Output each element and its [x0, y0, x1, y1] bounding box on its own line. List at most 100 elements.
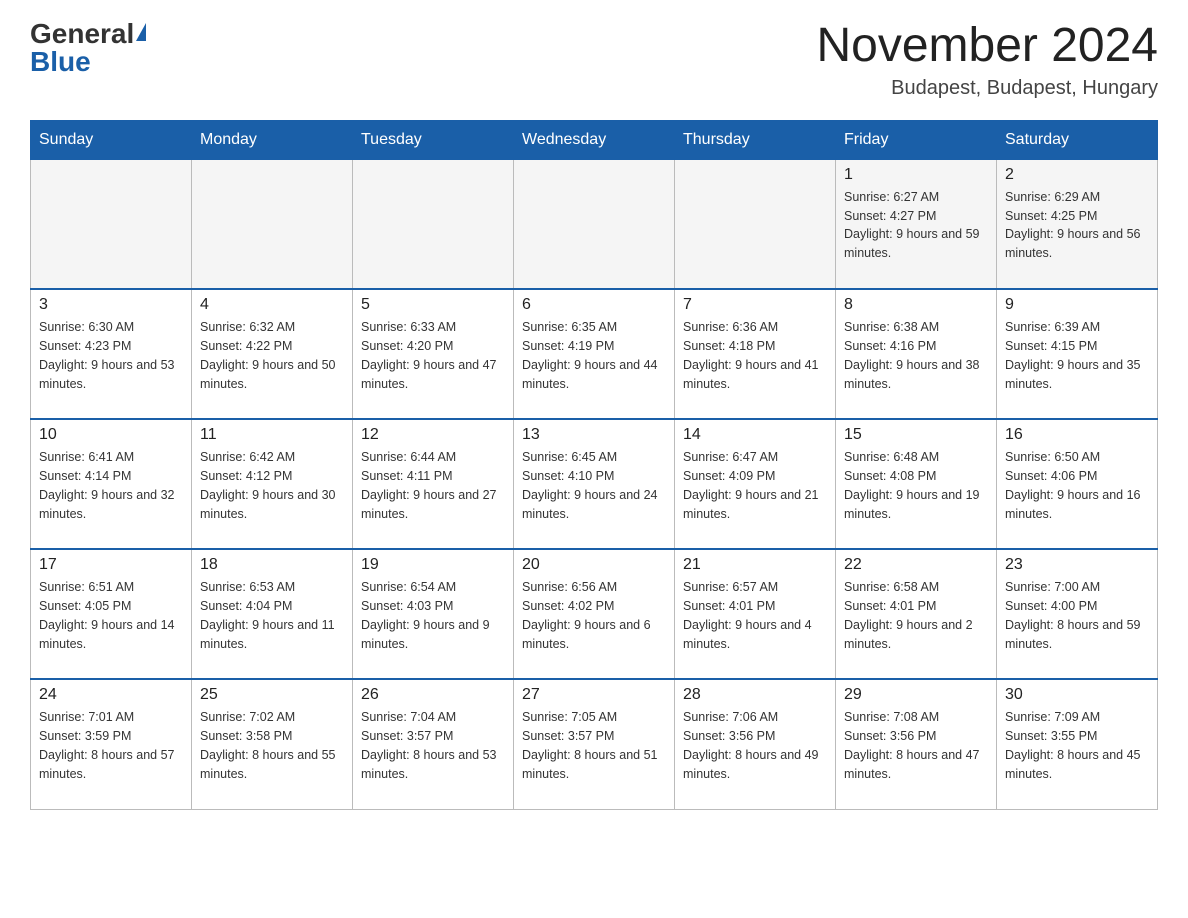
table-row: 8 Sunrise: 6:38 AMSunset: 4:16 PMDaylight…: [836, 289, 997, 419]
day-info: Sunrise: 7:09 AMSunset: 3:55 PMDaylight:…: [1005, 708, 1149, 783]
day-info: Sunrise: 6:47 AMSunset: 4:09 PMDaylight:…: [683, 448, 827, 523]
table-row: 16 Sunrise: 6:50 AMSunset: 4:06 PMDayligh…: [997, 419, 1158, 549]
table-row: 18Sunrise: 6:53 AMSunset: 4:04 PMDayligh…: [192, 549, 353, 679]
table-row: 3 Sunrise: 6:30 AMSunset: 4:23 PMDaylight…: [31, 289, 192, 419]
day-number: 6: [522, 296, 666, 314]
day-number: 3: [39, 296, 183, 314]
day-number: 17: [39, 556, 183, 574]
calendar-week-row: 3 Sunrise: 6:30 AMSunset: 4:23 PMDaylight…: [31, 289, 1158, 419]
day-info: Sunrise: 6:41 AMSunset: 4:14 PMDaylight:…: [39, 448, 183, 523]
day-number: 26: [361, 686, 505, 704]
calendar-header-row: Sunday Monday Tuesday Wednesday Thursday…: [31, 120, 1158, 159]
day-number: 5: [361, 296, 505, 314]
day-info: Sunrise: 7:05 AMSunset: 3:57 PMDaylight:…: [522, 708, 666, 783]
table-row: 13Sunrise: 6:45 AMSunset: 4:10 PMDayligh…: [514, 419, 675, 549]
logo: General Blue: [30, 20, 146, 76]
col-saturday: Saturday: [997, 120, 1158, 159]
calendar-week-row: 17 Sunrise: 6:51 AMSunset: 4:05 PMDayligh…: [31, 549, 1158, 679]
day-number: 28: [683, 686, 827, 704]
table-row: [353, 159, 514, 289]
day-number: 10: [39, 426, 183, 444]
day-info: Sunrise: 6:32 AMSunset: 4:22 PMDaylight:…: [200, 318, 344, 393]
day-number: 8: [844, 296, 988, 314]
col-sunday: Sunday: [31, 120, 192, 159]
day-number: 4: [200, 296, 344, 314]
col-wednesday: Wednesday: [514, 120, 675, 159]
day-info: Sunrise: 6:48 AMSunset: 4:08 PMDaylight:…: [844, 448, 988, 523]
day-number: 25: [200, 686, 344, 704]
day-info: Sunrise: 6:36 AMSunset: 4:18 PMDaylight:…: [683, 318, 827, 393]
table-row: 6 Sunrise: 6:35 AMSunset: 4:19 PMDaylight…: [514, 289, 675, 419]
table-row: 12 Sunrise: 6:44 AMSunset: 4:11 PMDayligh…: [353, 419, 514, 549]
day-info: Sunrise: 6:58 AMSunset: 4:01 PMDaylight:…: [844, 578, 988, 653]
table-row: 7 Sunrise: 6:36 AMSunset: 4:18 PMDaylight…: [675, 289, 836, 419]
col-thursday: Thursday: [675, 120, 836, 159]
table-row: 22Sunrise: 6:58 AMSunset: 4:01 PMDayligh…: [836, 549, 997, 679]
day-info: Sunrise: 7:08 AMSunset: 3:56 PMDaylight:…: [844, 708, 988, 783]
day-number: 7: [683, 296, 827, 314]
table-row: 10 Sunrise: 6:41 AMSunset: 4:14 PMDayligh…: [31, 419, 192, 549]
day-info: Sunrise: 7:04 AMSunset: 3:57 PMDaylight:…: [361, 708, 505, 783]
table-row: 11Sunrise: 6:42 AMSunset: 4:12 PMDayligh…: [192, 419, 353, 549]
day-info: Sunrise: 6:35 AMSunset: 4:19 PMDaylight:…: [522, 318, 666, 393]
table-row: 23 Sunrise: 7:00 AMSunset: 4:00 PMDayligh…: [997, 549, 1158, 679]
day-info: Sunrise: 6:56 AMSunset: 4:02 PMDaylight:…: [522, 578, 666, 653]
calendar-title: November 2024: [816, 20, 1158, 73]
day-info: Sunrise: 7:00 AMSunset: 4:00 PMDaylight:…: [1005, 578, 1149, 653]
day-info: Sunrise: 6:57 AMSunset: 4:01 PMDaylight:…: [683, 578, 827, 653]
day-info: Sunrise: 7:06 AMSunset: 3:56 PMDaylight:…: [683, 708, 827, 783]
day-number: 21: [683, 556, 827, 574]
day-number: 29: [844, 686, 988, 704]
table-row: 21 Sunrise: 6:57 AMSunset: 4:01 PMDayligh…: [675, 549, 836, 679]
table-row: 25 Sunrise: 7:02 AMSunset: 3:58 PMDayligh…: [192, 679, 353, 809]
day-info: Sunrise: 7:02 AMSunset: 3:58 PMDaylight:…: [200, 708, 344, 783]
day-number: 23: [1005, 556, 1149, 574]
table-row: 9 Sunrise: 6:39 AMSunset: 4:15 PMDaylight…: [997, 289, 1158, 419]
col-monday: Monday: [192, 120, 353, 159]
day-info: Sunrise: 6:42 AMSunset: 4:12 PMDaylight:…: [200, 448, 344, 523]
day-info: Sunrise: 6:30 AMSunset: 4:23 PMDaylight:…: [39, 318, 183, 393]
day-info: Sunrise: 6:27 AMSunset: 4:27 PMDaylight:…: [844, 188, 988, 263]
table-row: 24 Sunrise: 7:01 AMSunset: 3:59 PMDayligh…: [31, 679, 192, 809]
day-info: Sunrise: 6:51 AMSunset: 4:05 PMDaylight:…: [39, 578, 183, 653]
day-number: 15: [844, 426, 988, 444]
day-number: 12: [361, 426, 505, 444]
day-number: 30: [1005, 686, 1149, 704]
col-friday: Friday: [836, 120, 997, 159]
day-info: Sunrise: 6:39 AMSunset: 4:15 PMDaylight:…: [1005, 318, 1149, 393]
table-row: 30 Sunrise: 7:09 AMSunset: 3:55 PMDayligh…: [997, 679, 1158, 809]
day-number: 9: [1005, 296, 1149, 314]
day-number: 14: [683, 426, 827, 444]
day-info: Sunrise: 6:38 AMSunset: 4:16 PMDaylight:…: [844, 318, 988, 393]
day-number: 19: [361, 556, 505, 574]
day-info: Sunrise: 6:54 AMSunset: 4:03 PMDaylight:…: [361, 578, 505, 653]
page-header: General Blue November 2024 Budapest, Bud…: [30, 20, 1158, 100]
table-row: 2Sunrise: 6:29 AMSunset: 4:25 PMDaylight…: [997, 159, 1158, 289]
col-tuesday: Tuesday: [353, 120, 514, 159]
table-row: 29 Sunrise: 7:08 AMSunset: 3:56 PMDayligh…: [836, 679, 997, 809]
table-row: 17 Sunrise: 6:51 AMSunset: 4:05 PMDayligh…: [31, 549, 192, 679]
day-info: Sunrise: 7:01 AMSunset: 3:59 PMDaylight:…: [39, 708, 183, 783]
day-info: Sunrise: 6:50 AMSunset: 4:06 PMDaylight:…: [1005, 448, 1149, 523]
day-number: 2: [1005, 166, 1149, 184]
logo-blue-text: Blue: [30, 48, 91, 76]
calendar-week-row: 10 Sunrise: 6:41 AMSunset: 4:14 PMDayligh…: [31, 419, 1158, 549]
calendar-location: Budapest, Budapest, Hungary: [816, 77, 1158, 100]
day-number: 24: [39, 686, 183, 704]
day-number: 16: [1005, 426, 1149, 444]
table-row: 4 Sunrise: 6:32 AMSunset: 4:22 PMDaylight…: [192, 289, 353, 419]
table-row: [675, 159, 836, 289]
calendar-table: Sunday Monday Tuesday Wednesday Thursday…: [30, 120, 1158, 810]
calendar-week-row: 24 Sunrise: 7:01 AMSunset: 3:59 PMDayligh…: [31, 679, 1158, 809]
table-row: [514, 159, 675, 289]
day-info: Sunrise: 6:53 AMSunset: 4:04 PMDaylight:…: [200, 578, 344, 653]
table-row: 28 Sunrise: 7:06 AMSunset: 3:56 PMDayligh…: [675, 679, 836, 809]
day-number: 13: [522, 426, 666, 444]
table-row: 26 Sunrise: 7:04 AMSunset: 3:57 PMDayligh…: [353, 679, 514, 809]
day-number: 27: [522, 686, 666, 704]
title-block: November 2024 Budapest, Budapest, Hungar…: [816, 20, 1158, 100]
logo-triangle-icon: [136, 23, 146, 41]
table-row: 20Sunrise: 6:56 AMSunset: 4:02 PMDayligh…: [514, 549, 675, 679]
day-info: Sunrise: 6:44 AMSunset: 4:11 PMDaylight:…: [361, 448, 505, 523]
table-row: [31, 159, 192, 289]
